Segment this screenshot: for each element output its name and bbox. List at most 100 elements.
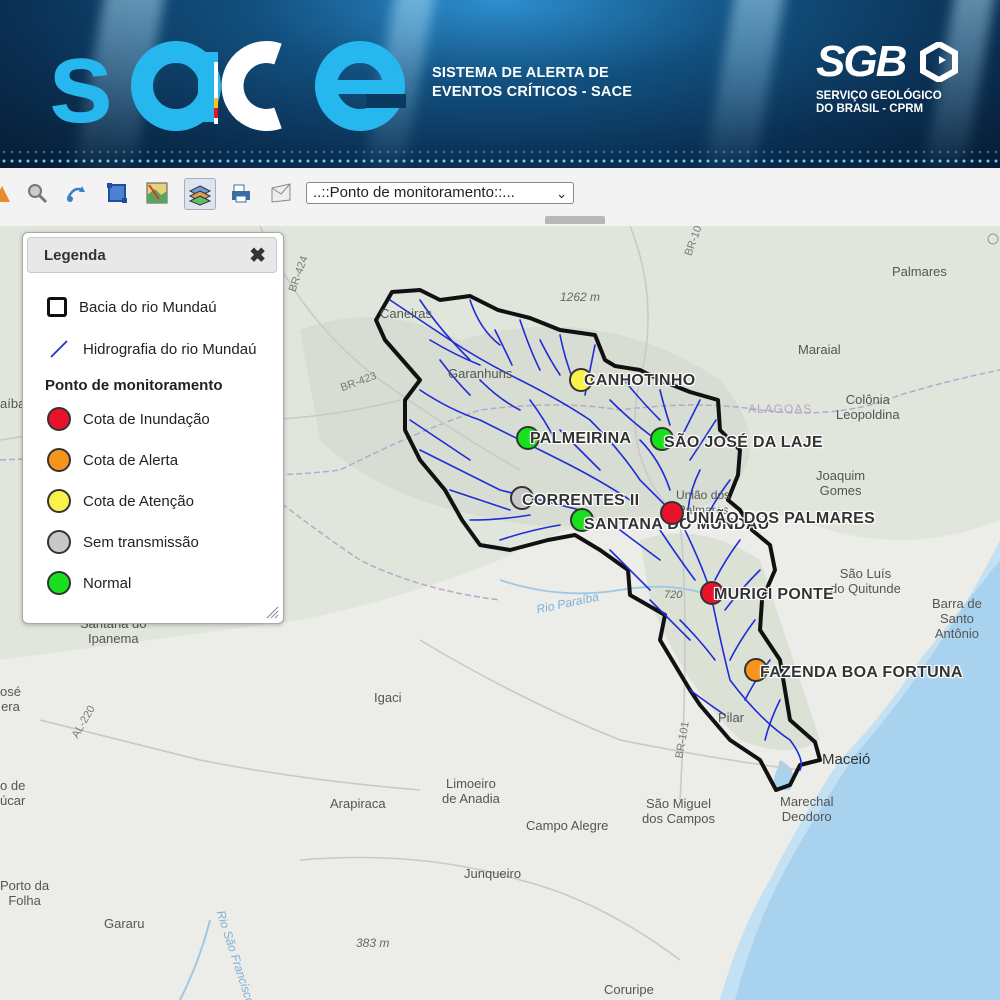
place-pilar: Pilar [718, 710, 745, 725]
place-junqueiro: Junqueiro [464, 866, 522, 881]
place-line: Barra de [932, 596, 982, 611]
place-line: Colônia [845, 392, 890, 407]
place-garanhuns: Garanhuns [448, 366, 513, 381]
legend-label: Cota de Atenção [83, 492, 194, 510]
place-acucar: o de úcar [0, 778, 25, 808]
place-line: o de [0, 778, 26, 793]
place-line: Limoeiro [445, 776, 496, 791]
place-line: do Quitunde [830, 581, 901, 596]
resize-handle-icon[interactable] [265, 605, 279, 619]
legend-label: Cota de Alerta [83, 451, 179, 469]
basin-outline-icon [47, 297, 67, 317]
sace-logo[interactable]: s [48, 22, 418, 142]
layers-stack-icon[interactable] [184, 178, 216, 210]
place-marechal-deodoro: Marechal Deodoro [780, 794, 833, 824]
monitoring-point-select[interactable]: ..::Ponto de monitoramento::... ⌄ [306, 182, 574, 204]
place-sao-luis-do-quitunde: São Luís do Quitunde [830, 566, 901, 596]
place-line: de Anadia [442, 791, 500, 806]
place-line: Joaquim [816, 468, 866, 483]
place-colonia-leopoldina: Colônia Leopoldina [836, 392, 900, 422]
station-label-sao-jose-da-laje[interactable]: SÃO JOSÉ DA LAJE [664, 434, 823, 452]
place-line: São Luís [839, 566, 892, 581]
pan-icon[interactable] [60, 178, 90, 208]
zoom-icon[interactable] [22, 178, 52, 208]
close-icon[interactable]: ✖ [249, 243, 266, 268]
elevation-1262: 1262 m [560, 290, 601, 304]
svg-text:s: s [48, 22, 109, 142]
place-maceio: Maceió [822, 751, 871, 768]
zoom-extent-icon[interactable] [102, 178, 132, 208]
status-dot-yellow-icon [47, 489, 71, 513]
legend-item-normal: Normal [47, 571, 131, 595]
station-label-murici-ponte[interactable]: MURICI PONTE [714, 586, 834, 604]
sgb-logo[interactable]: SGB SERVIÇO GEOLÓGICO DO BRASIL - CPRM [816, 40, 966, 130]
place-line: Ipanema [87, 631, 139, 646]
layers-map-icon[interactable] [142, 178, 172, 208]
monitoring-point-select-value: ..::Ponto de monitoramento::... [313, 184, 515, 201]
river-line-icon [50, 340, 68, 358]
place-barra-de-santo-antonio: Barra de Santo Antônio [932, 596, 982, 641]
station-marker-uniao-dos-palmares[interactable] [660, 501, 684, 525]
place-campo-alegre: Campo Alegre [526, 818, 609, 833]
export-icon[interactable] [266, 178, 296, 208]
place-line: Santo [939, 611, 974, 626]
place-line: osé [0, 684, 21, 699]
place-line: era [1, 699, 20, 714]
elevation-720: 720 [664, 589, 683, 601]
place-line: Folha [8, 893, 41, 908]
legend-item-hydro: Hidrografia do rio Mundaú [47, 337, 256, 361]
print-icon[interactable] [226, 178, 256, 208]
place-maraial: Maraial [798, 342, 841, 357]
status-dot-orange-icon [47, 448, 71, 472]
place-line: Marechal [780, 794, 834, 809]
legend-label: Bacia do rio Mundaú [79, 298, 217, 316]
chevron-down-icon: ⌄ [556, 186, 567, 201]
place-jose: osé era [0, 684, 21, 714]
place-line: Deodoro [781, 809, 832, 824]
place-line: Porto da [0, 878, 50, 893]
place-line: União dos [676, 488, 731, 502]
legend-section-title: Ponto de monitoramento [45, 377, 223, 394]
station-label-canhotinho[interactable]: CANHOTINHO [584, 372, 695, 390]
legend-item-atencao: Cota de Atenção [47, 489, 194, 513]
expand-icon[interactable] [986, 232, 1000, 246]
header-subtitle: SISTEMA DE ALERTA DE EVENTOS CRÍTICOS - … [432, 64, 632, 102]
header-decoration [0, 150, 1000, 154]
place-line: úcar [0, 793, 26, 808]
place-palmares: Palmares [892, 264, 947, 279]
subtitle-line-1: SISTEMA DE ALERTA DE [432, 65, 609, 81]
status-dot-gray-icon [47, 530, 71, 554]
place-coruripe: Coruripe [604, 982, 654, 997]
station-label-palmeirina[interactable]: PALMEIRINA [530, 430, 631, 448]
header-banner: s SISTEMA DE ALERTA DE EVENTOS CRÍTICOS … [0, 0, 1000, 168]
sgb-org-name: SERVIÇO GEOLÓGICO DO BRASIL - CPRM [816, 90, 966, 116]
place-joaquim-gomes: Joaquim Gomes [816, 468, 865, 498]
elevation-383: 383 m [356, 936, 390, 950]
place-porto-da-folha: Porto da Folha [0, 878, 49, 908]
legend-panel: Legenda ✖ Bacia do rio Mundaú Hidrografi… [22, 232, 284, 624]
place-sao-miguel-dos-campos: São Miguel dos Campos [642, 796, 715, 826]
station-label-uniao-dos-palmares[interactable]: UNIÃO DOS PALMARES [686, 510, 875, 528]
sgb-hex-icon [920, 42, 958, 82]
org-line-1: SERVIÇO GEOLÓGICO [816, 90, 942, 102]
place-line: dos Campos [642, 811, 715, 826]
place-caneiras: Caneiras [380, 306, 433, 321]
place-igaci: Igaci [374, 690, 402, 705]
place-limoeiro-de-anadia: Limoeiro de Anadia [442, 776, 500, 806]
subtitle-line-2: EVENTOS CRÍTICOS - SACE [432, 84, 633, 100]
measure-icon[interactable] [0, 178, 16, 208]
place-line: São Miguel [645, 796, 712, 811]
place-gararu: Gararu [104, 916, 145, 931]
header-decoration-dots [0, 158, 1000, 164]
map-toolbar: ..::Ponto de monitoramento::... ⌄ [0, 168, 1000, 227]
org-line-2: DO BRASIL - CPRM [816, 103, 924, 115]
place-line: Gomes [819, 483, 862, 498]
state-label-alagoas: ALAGOAS [748, 402, 813, 416]
station-label-fazenda-boa-fortuna[interactable]: FAZENDA BOA FORTUNA [760, 664, 963, 682]
place-line: Leopoldina [836, 407, 900, 422]
legend-label: Cota de Inundação [83, 410, 210, 428]
legend-label: Normal [83, 574, 132, 592]
place-arapiraca: Arapiraca [330, 796, 386, 811]
legend-header[interactable]: Legenda ✖ [27, 237, 277, 273]
toolbar-collapse-handle[interactable] [545, 216, 605, 224]
